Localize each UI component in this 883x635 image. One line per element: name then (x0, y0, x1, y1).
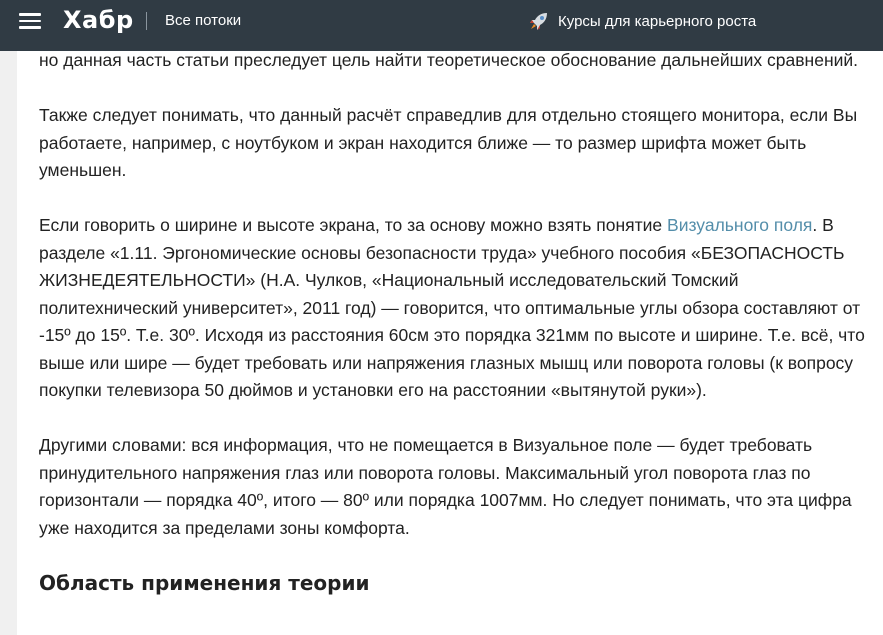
paragraph-text: Если говорить о ширине и высоте экрана, … (39, 215, 668, 235)
article-body: но данная часть статьи преследует цель н… (17, 50, 883, 635)
top-navigation-bar: Хабр Все потоки Курсы для карьерного рос… (0, 0, 883, 51)
header-divider (146, 12, 147, 30)
visual-field-link[interactable]: Визуального поля (667, 215, 812, 235)
article-paragraph: Если говорить о ширине и высоте экрана, … (39, 212, 869, 405)
career-courses-label: Курсы для карьерного роста (558, 12, 757, 30)
article-paragraph: но данная часть статьи преследует цель н… (39, 50, 859, 70)
article-paragraph: Также следует понимать, что данный расчё… (39, 105, 858, 180)
hamburger-menu-icon[interactable] (19, 13, 41, 29)
habr-logo[interactable]: Хабр (63, 6, 134, 34)
article-paragraph: Другими словами: вся информация, что не … (39, 435, 852, 538)
all-flows-link[interactable]: Все потоки (165, 12, 241, 29)
section-heading: Область применения теории (39, 570, 370, 595)
rocket-icon (528, 10, 550, 32)
career-courses-link[interactable]: Курсы для карьерного роста (528, 10, 756, 32)
article-content: но данная часть статьи преследует цель н… (39, 47, 869, 597)
paragraph-text: . В разделе «1.11. Эргономические основы… (39, 215, 865, 400)
